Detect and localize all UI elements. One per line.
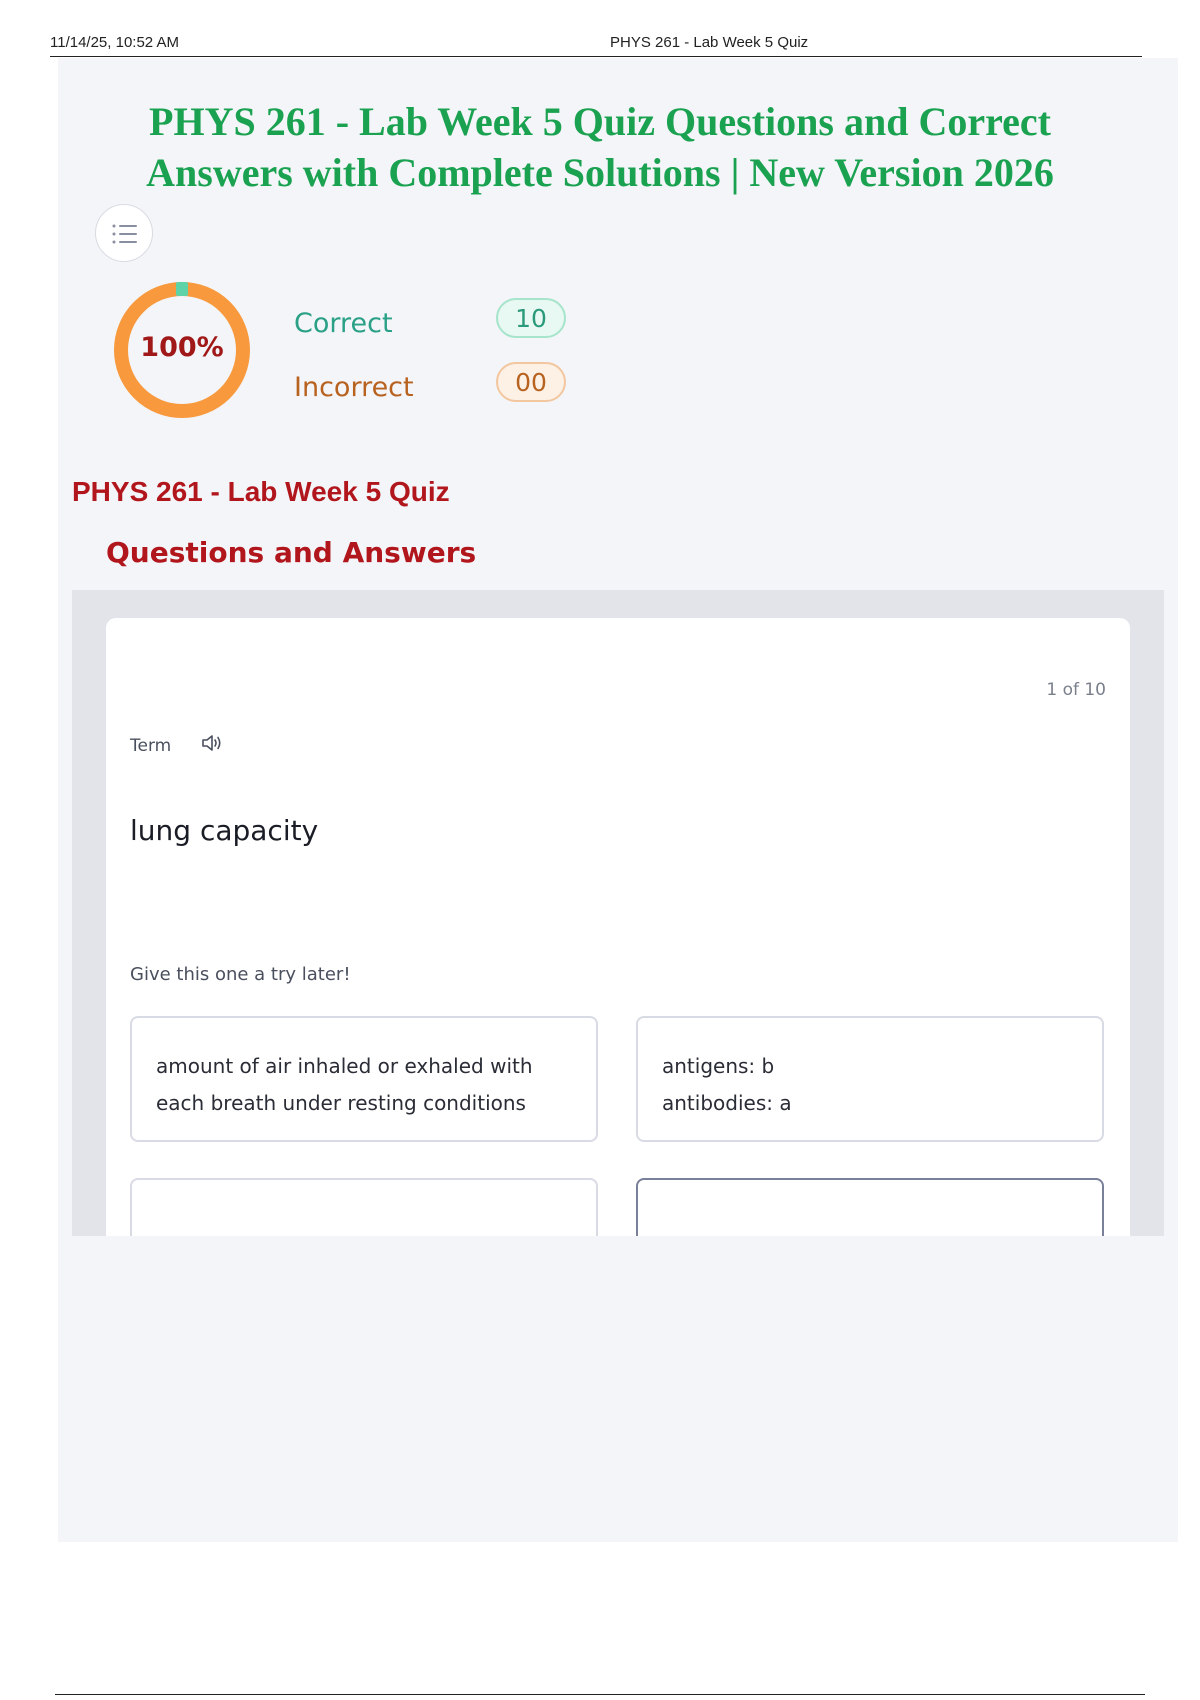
- donut-start-marker: [176, 282, 188, 296]
- answer-option-2-line-1: antigens: b: [662, 1054, 775, 1078]
- footer-rule: [55, 1694, 1145, 1695]
- list-icon: [112, 224, 137, 244]
- answer-option-2-line-2: antibodies: a: [662, 1091, 792, 1115]
- flashcard: 1 of 10 Term lung capacity Give this one…: [106, 618, 1130, 1236]
- incorrect-count-badge: 00: [496, 362, 566, 402]
- quiz-subtitle: Questions and Answers: [106, 536, 477, 569]
- score-percent: 100%: [140, 332, 224, 363]
- document-title-line-2: Answers with Complete Solutions | New Ve…: [146, 150, 1054, 195]
- incorrect-label: Incorrect: [294, 372, 414, 403]
- quiz-title: PHYS 261 - Lab Week 5 Quiz: [72, 476, 450, 507]
- speaker-icon[interactable]: [200, 732, 224, 754]
- document-title: PHYS 261 - Lab Week 5 Quiz Questions and…: [100, 96, 1100, 198]
- flashcard-panel: 1 of 10 Term lung capacity Give this one…: [72, 590, 1164, 1236]
- answer-option-1[interactable]: amount of air inhaled or exhaled with ea…: [130, 1016, 598, 1142]
- card-counter: 1 of 10: [1046, 680, 1106, 700]
- correct-label: Correct: [294, 308, 393, 339]
- answer-option-1-line-2: each breath under resting conditions: [156, 1091, 526, 1115]
- menu-button[interactable]: [95, 204, 153, 262]
- term-text: lung capacity: [130, 814, 319, 847]
- answer-option-2[interactable]: antigens: b antibodies: a: [636, 1016, 1104, 1142]
- print-header: 11/14/25, 10:52 AM PHYS 261 - Lab Week 5…: [50, 34, 1142, 57]
- answer-option-3[interactable]: [130, 1178, 598, 1236]
- try-later-hint: Give this one a try later!: [130, 964, 351, 985]
- term-label: Term: [130, 736, 172, 756]
- print-timestamp: 11/14/25, 10:52 AM: [50, 34, 179, 51]
- correct-count-badge: 10: [496, 298, 566, 338]
- answer-option-4[interactable]: [636, 1178, 1104, 1236]
- document-title-line-1: PHYS 261 - Lab Week 5 Quiz Questions and…: [149, 99, 1051, 144]
- answer-option-1-line-1: amount of air inhaled or exhaled with: [156, 1054, 533, 1078]
- print-page-title: PHYS 261 - Lab Week 5 Quiz: [610, 34, 809, 51]
